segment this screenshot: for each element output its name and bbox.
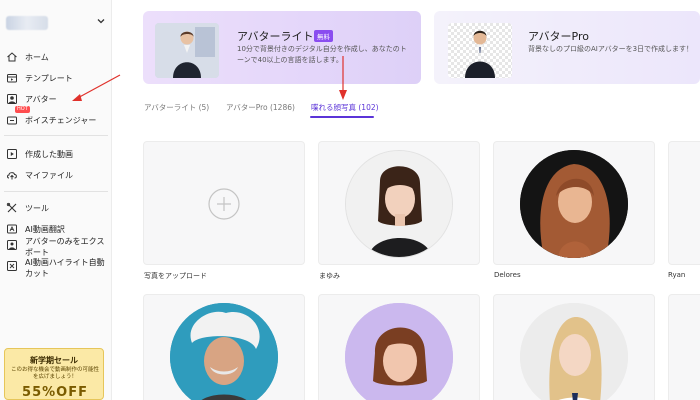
avatar-lite-title: アバターライト (237, 30, 314, 43)
person-illustration (155, 23, 219, 78)
video-play-icon (7, 149, 17, 159)
avatar-lite-image (155, 23, 219, 78)
sidebar-item-label: アバターのみをエクスポート (25, 237, 105, 257)
avatar-portrait (170, 303, 278, 400)
tab-talking-photos[interactable]: 喋れる顔写真 (102) (311, 102, 379, 113)
sidebar-item-home[interactable]: ホーム (0, 47, 112, 67)
home-icon (7, 52, 17, 62)
upload-cloud-icon (7, 172, 17, 180)
card-name: まゆみ (319, 272, 340, 280)
voice-changer-icon (7, 116, 17, 125)
card-name: Ryan (668, 271, 686, 279)
workspace-switcher[interactable] (0, 10, 112, 36)
avatar-pro-description: 背景なしのプロ級のAIアバターを3日で作成します！ (528, 45, 694, 53)
card-name: 写真をアップロード (144, 272, 207, 280)
avatar-card-mayumi[interactable] (318, 141, 480, 265)
sidebar-item-label: AI動画ハイライト自動カット (25, 258, 105, 278)
export-icon (7, 240, 17, 250)
portrait-illustration (345, 303, 453, 400)
tools-icon (6, 202, 17, 213)
plus-circle-icon (208, 188, 240, 220)
sidebar-item-label: 作成した動画 (25, 149, 73, 159)
sidebar-item-highlight-cut[interactable]: AI動画ハイライト自動カット (0, 257, 112, 287)
translate-icon (7, 224, 17, 234)
avatar-pro-banner[interactable]: アバターPro 背景なしのプロ級のAIアバターを3日で作成します！ (434, 11, 700, 84)
avatar-pro-image (448, 23, 512, 78)
avatar-icon (7, 94, 17, 104)
chevron-down-icon (97, 19, 105, 24)
tab-avatar-pro[interactable]: アバターPro (1286) (226, 102, 295, 113)
avatar-portrait (520, 303, 628, 400)
sidebar-item-tools[interactable]: ツール (0, 198, 112, 218)
promo-title: 新学期セール (30, 356, 78, 365)
avatar-lite-banner[interactable]: アバターライト 無料 10分で背景付きのデジタル自分を作成し、あなたのトーンで4… (143, 11, 421, 84)
avatar-card-student[interactable] (493, 294, 655, 400)
sidebar-item-voice-changer[interactable]: HOT ボイスチェンジャー (0, 106, 112, 130)
sidebar-item-label: ボイスチェンジャー (25, 115, 97, 125)
avatar-card-einstein[interactable] (143, 294, 305, 400)
active-tab-indicator (310, 116, 374, 118)
sidebar-item-label: テンプレート (25, 73, 73, 83)
avatar-pro-title: アバターPro (528, 30, 590, 43)
sidebar: ホーム テンプレート アバター HOT ボイスチェンジャー 作成した動画 マイフ… (0, 0, 112, 400)
sidebar-item-created-videos[interactable]: 作成した動画 (0, 144, 112, 164)
portrait-illustration (520, 150, 628, 258)
promo-subtitle: このお得な機会で動画制作の可能性を広げましょう！ (10, 367, 99, 380)
avatar-lite-description: 10分で背景付きのデジタル自分を作成し、あなたのトーンで40以上の言語を話します… (237, 45, 407, 64)
avatar-portrait (520, 150, 628, 258)
tab-avatar-lite[interactable]: アバターライト (5) (144, 102, 209, 113)
promo-discount: 55%OFF (22, 385, 88, 400)
template-icon (7, 74, 17, 83)
avatar-card-partial[interactable] (668, 294, 700, 400)
sidebar-item-label: AI動画翻訳 (25, 224, 65, 234)
avatar-portrait (345, 303, 453, 400)
sidebar-item-templates[interactable]: テンプレート (0, 68, 112, 88)
sidebar-divider (4, 135, 108, 136)
sidebar-item-label: マイファイル (25, 170, 73, 180)
sidebar-item-label: ホーム (25, 52, 49, 62)
portrait-illustration (346, 151, 452, 257)
upload-photo-card[interactable] (143, 141, 305, 265)
sidebar-item-label: ツール (25, 203, 49, 213)
promo-banner[interactable]: 新学期セール このお得な機会で動画制作の可能性を広げましょう！ 55%OFF (4, 348, 104, 400)
portrait-illustration (520, 303, 628, 400)
avatar-portrait (345, 150, 453, 258)
avatar-card-delores[interactable] (493, 141, 655, 265)
card-name: Delores (494, 271, 521, 279)
highlight-cut-icon (7, 261, 17, 271)
sidebar-item-my-files[interactable]: マイファイル (0, 165, 112, 185)
free-badge: 無料 (314, 30, 333, 42)
hot-badge: HOT (15, 106, 30, 113)
person-transparent-illustration (448, 23, 512, 78)
logo (6, 16, 48, 30)
avatar-card-woman[interactable] (318, 294, 480, 400)
sidebar-divider (4, 191, 108, 192)
sidebar-item-label: アバター (25, 94, 57, 104)
portrait-illustration (170, 303, 278, 400)
avatar-card-ryan[interactable] (668, 141, 700, 265)
